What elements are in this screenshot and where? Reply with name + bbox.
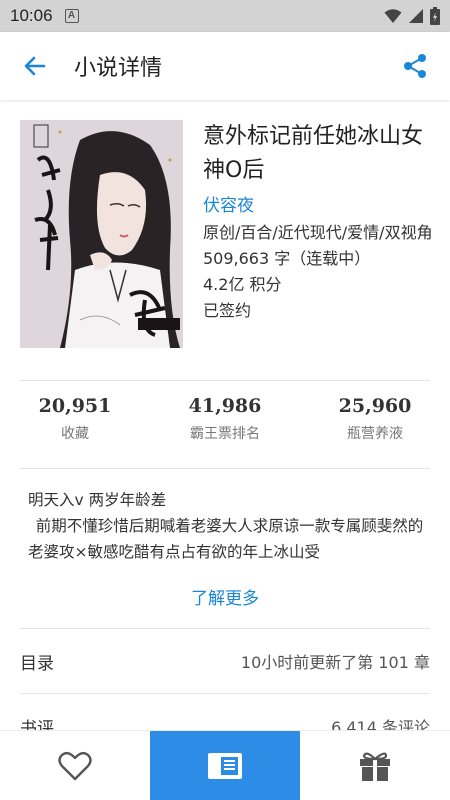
notification-icon: A [64,9,79,23]
stat-value: 41,986 [188,395,262,417]
battery-icon [430,7,440,25]
book-cover[interactable] [20,120,183,348]
book-cover-illustration [20,120,183,348]
share-icon [404,54,426,78]
stat-nutrient: 25,960 瓶营养液 [320,395,430,459]
book-intro: 明天入v 两岁年龄差 前期不懂珍惜后期喊着老婆大人求原谅一款专属顾斐然的老婆攻×… [28,487,428,565]
app-bar: 小说详情 [0,32,450,100]
signed-status: 已签约 [203,301,252,320]
divider [20,380,430,381]
score: 4.2亿 积分 [203,275,282,294]
back-button[interactable] [0,32,70,100]
page-title: 小说详情 [74,56,163,81]
stat-label: 收藏 [61,426,89,442]
read-button[interactable] [150,731,300,800]
stat-value: 25,960 [338,395,412,417]
gift-button[interactable] [300,731,450,800]
share-button[interactable] [380,32,450,100]
stat-value: 20,951 [38,395,112,417]
stat-favorites: 20,951 收藏 [20,395,130,459]
catalog-row[interactable]: 目录 10小时前更新了第 101 章 [20,629,430,693]
intro-line: 明天入v 两岁年龄差 [28,491,167,509]
stat-ticket-rank: 41,986 霸王票排名 [170,395,280,459]
word-count: 509,663 字（连载中） [203,249,371,268]
catalog-label: 目录 [20,653,54,674]
stats-row: 20,951 收藏 41,986 霸王票排名 25,960 瓶营养液 [20,395,430,459]
status-bar: 10:06 A [0,0,450,32]
catalog-update: 10小时前更新了第 101 章 [240,653,430,672]
stat-label: 霸王票排名 [190,426,260,442]
heart-icon [58,751,92,780]
book-title: 意外标记前任她冰山女神O后 [203,124,424,183]
book-tags: 原创/百合/近代现代/爱情/双视角 [203,223,433,242]
divider [20,468,430,469]
intro-line: 前期不懂珍惜后期喊着老婆大人求原谅一款专属顾斐然的老婆攻×敏感吃醋有点占有欲的年… [28,517,424,561]
signal-icon [409,9,423,23]
wifi-icon [384,9,402,23]
stat-label: 瓶营养液 [347,426,403,442]
author-link[interactable]: 伏容夜 [203,194,433,218]
status-time: 10:06 [10,6,53,25]
bottom-action-bar [0,730,450,800]
book-meta: 意外标记前任她冰山女神O后 伏容夜 原创/百合/近代现代/爱情/双视角 509,… [203,120,433,324]
book-open-icon [208,752,242,779]
status-indicators [384,7,440,25]
favorite-button[interactable] [0,731,150,800]
book-info: 意外标记前任她冰山女神O后 伏容夜 原创/百合/近代现代/爱情/双视角 509,… [20,120,433,380]
gift-icon [360,752,390,781]
read-more-link[interactable]: 了解更多 [0,584,450,609]
back-arrow-icon [24,56,46,76]
